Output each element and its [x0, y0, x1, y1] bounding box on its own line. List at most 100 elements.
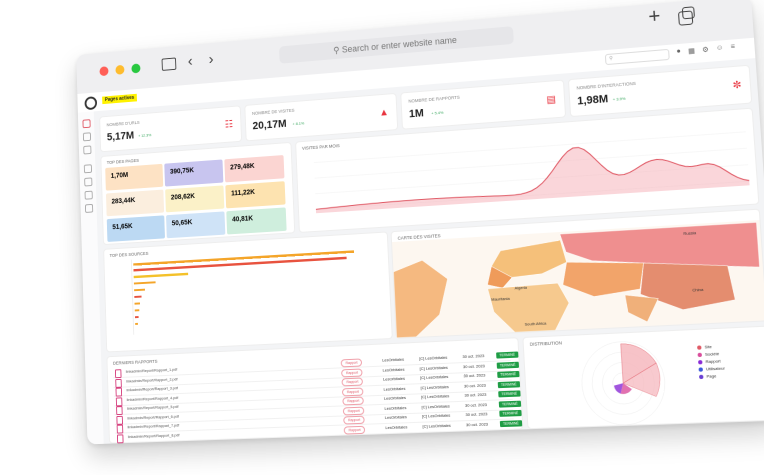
map-label-china: China	[692, 288, 704, 293]
tile-card[interactable]: 50,65K	[166, 211, 226, 239]
address-bar[interactable]: ⚲ Search or enter website name	[278, 26, 514, 64]
tab-overview-icon[interactable]	[677, 10, 694, 26]
browser-window: ‹ › ⚲ Search or enter website name + Pag…	[76, 0, 764, 445]
bar	[134, 295, 142, 298]
bar	[133, 272, 189, 279]
rail-dashboard-icon[interactable]	[82, 119, 91, 129]
app-search-input[interactable]: ⚲	[604, 48, 670, 66]
warning-icon: ▲	[378, 107, 389, 119]
stage: ‹ › ⚲ Search or enter website name + Pag…	[0, 0, 764, 475]
tile-card[interactable]: 279,48K	[224, 155, 285, 183]
tile-value: 208,62K	[170, 193, 196, 202]
tile-card[interactable]: 390,75K	[164, 159, 224, 187]
sidebar-toggle-icon[interactable]	[161, 57, 177, 71]
window-controls	[99, 63, 141, 77]
tile-value: 1,70M	[110, 172, 129, 180]
kpi-label: NOMBRE DE VISITES	[251, 107, 295, 116]
document-icon: ▤	[546, 94, 557, 106]
settings-gear-icon[interactable]: ⚙	[702, 46, 709, 55]
row-owner: [C] LesOrbitales	[419, 364, 448, 371]
user-icon[interactable]: ☺	[716, 44, 724, 53]
rail-users-icon[interactable]	[84, 177, 93, 187]
bar	[133, 281, 156, 285]
tile-value: 279,48K	[230, 162, 255, 172]
legend-item[interactable]: Société	[697, 350, 720, 358]
legend-item[interactable]: Page	[698, 373, 717, 380]
row-url: linkadmin/Report/Rapport_6.pdf	[127, 413, 179, 421]
tile-value: 40,81K	[232, 215, 254, 224]
panel-title: TOP DES PAGES	[106, 157, 140, 166]
tile-card[interactable]: 40,81K	[226, 207, 287, 235]
row-name: LesOrbitales	[382, 356, 405, 363]
row-owner: [C] LesOrbitales	[419, 354, 448, 361]
rail-analytics-icon[interactable]	[84, 190, 93, 200]
row-type-badge: Rapport	[341, 387, 364, 396]
row-owner: [C] LesOrbitales	[421, 412, 451, 419]
tile-value: 283,44K	[111, 197, 136, 206]
forward-arrow-icon[interactable]: ›	[208, 51, 213, 67]
rail-pages-icon[interactable]	[82, 132, 92, 142]
legend-label: Rapport	[705, 358, 721, 365]
rail-reports-icon[interactable]	[83, 145, 92, 155]
tile-card[interactable]: 283,44K	[105, 189, 165, 217]
tile-value: 50,65K	[171, 219, 193, 228]
row-date: 30 oct. 2023	[462, 353, 485, 360]
row-status-badge: TERMINÉ	[498, 400, 521, 408]
kpi-card-reports[interactable]: NOMBRE DE RAPPORTS 1M + 5.4% ▤	[400, 79, 567, 130]
row-name: LesOrbitales	[385, 423, 408, 430]
row-url: linkadmin/Report/Rapport_3.pdf	[126, 385, 178, 393]
row-date: 30 oct. 2023	[462, 362, 485, 369]
map-label-russia: Russia	[683, 231, 697, 236]
database-icon: ☷	[224, 119, 234, 131]
row-type-badge: Rapport	[343, 415, 366, 425]
row-status-badge: TERMINÉ	[498, 390, 521, 398]
legend-color-swatch	[698, 359, 703, 365]
row-name: LesOrbitales	[382, 375, 406, 382]
kpi-card-visits[interactable]: NOMBRE DE VISITES 20,17M + 8.1% ▲	[244, 92, 399, 142]
kpi-value: 1M	[408, 107, 425, 121]
kpi-label: NOMBRE D'URLS	[106, 119, 140, 128]
bar	[135, 322, 138, 325]
new-tab-plus-icon[interactable]: +	[648, 5, 661, 28]
distribution-polar-chart-panel: DISTRIBUTION Site Société Rapport Utilisate…	[522, 325, 764, 430]
dashboard-content: NOMBRE D'URLS 5,17M + 12.3% ☷ NOMBRE DE …	[93, 58, 764, 444]
legend-label: Site	[704, 343, 712, 350]
rail-settings-icon[interactable]	[84, 203, 94, 213]
legend-color-swatch	[698, 374, 704, 380]
bar-axis	[131, 260, 133, 335]
address-bar-placeholder: Search or enter website name	[341, 34, 458, 55]
header-icons: ● ▦ ⚙ ☺ ≡	[676, 43, 735, 56]
legend-item[interactable]: Site	[697, 344, 712, 350]
workspace-badge[interactable]: Pages actives	[102, 93, 138, 105]
back-arrow-icon[interactable]: ‹	[188, 53, 193, 69]
choropleth-map[interactable]: Russia China Mauritania Algeria South Af…	[392, 210, 764, 338]
close-window-button[interactable]	[99, 66, 109, 77]
row-name: LesOrbitales	[383, 385, 406, 392]
row-status-badge: TERMINÉ	[499, 409, 522, 417]
kpi-delta: + 5.4%	[431, 109, 444, 116]
tile-card[interactable]: 208,62K	[165, 185, 225, 213]
menu-icon[interactable]: ≡	[730, 43, 735, 51]
bar	[134, 302, 140, 305]
legend-color-swatch	[698, 367, 704, 372]
row-type-badge: Rapport	[340, 358, 363, 368]
kpi-value: 5,17M	[106, 129, 135, 144]
kpi-card-urls[interactable]: NOMBRE D'URLS 5,17M + 12.3% ☷	[99, 105, 243, 153]
tile-card[interactable]: 1,70M	[105, 163, 164, 191]
legend-item[interactable]: Utilisateur	[698, 365, 725, 372]
row-url: linkadmin/Report/Rapport_4.pdf	[126, 394, 179, 402]
row-url: linkadmin/Report/Rapport_2.pdf	[126, 375, 178, 384]
legend-label: Société	[704, 350, 720, 357]
tile-card[interactable]: 111,22K	[225, 181, 286, 209]
minimize-window-button[interactable]	[115, 64, 125, 75]
notification-icon[interactable]: ●	[676, 48, 681, 56]
rail-sites-icon[interactable]	[83, 164, 93, 174]
grid-icon[interactable]: ▦	[688, 47, 695, 56]
tile-card[interactable]: 51,65K	[106, 215, 166, 242]
kpi-label: NOMBRE DE RAPPORTS	[408, 94, 460, 104]
row-date: 30 oct. 2023	[465, 420, 489, 427]
kpi-delta: + 8.1%	[292, 120, 305, 127]
zoom-window-button[interactable]	[131, 63, 141, 74]
row-url: linkadmin/Report/Rapport_1.pdf	[125, 366, 178, 374]
legend-item[interactable]: Rapport	[698, 358, 721, 365]
